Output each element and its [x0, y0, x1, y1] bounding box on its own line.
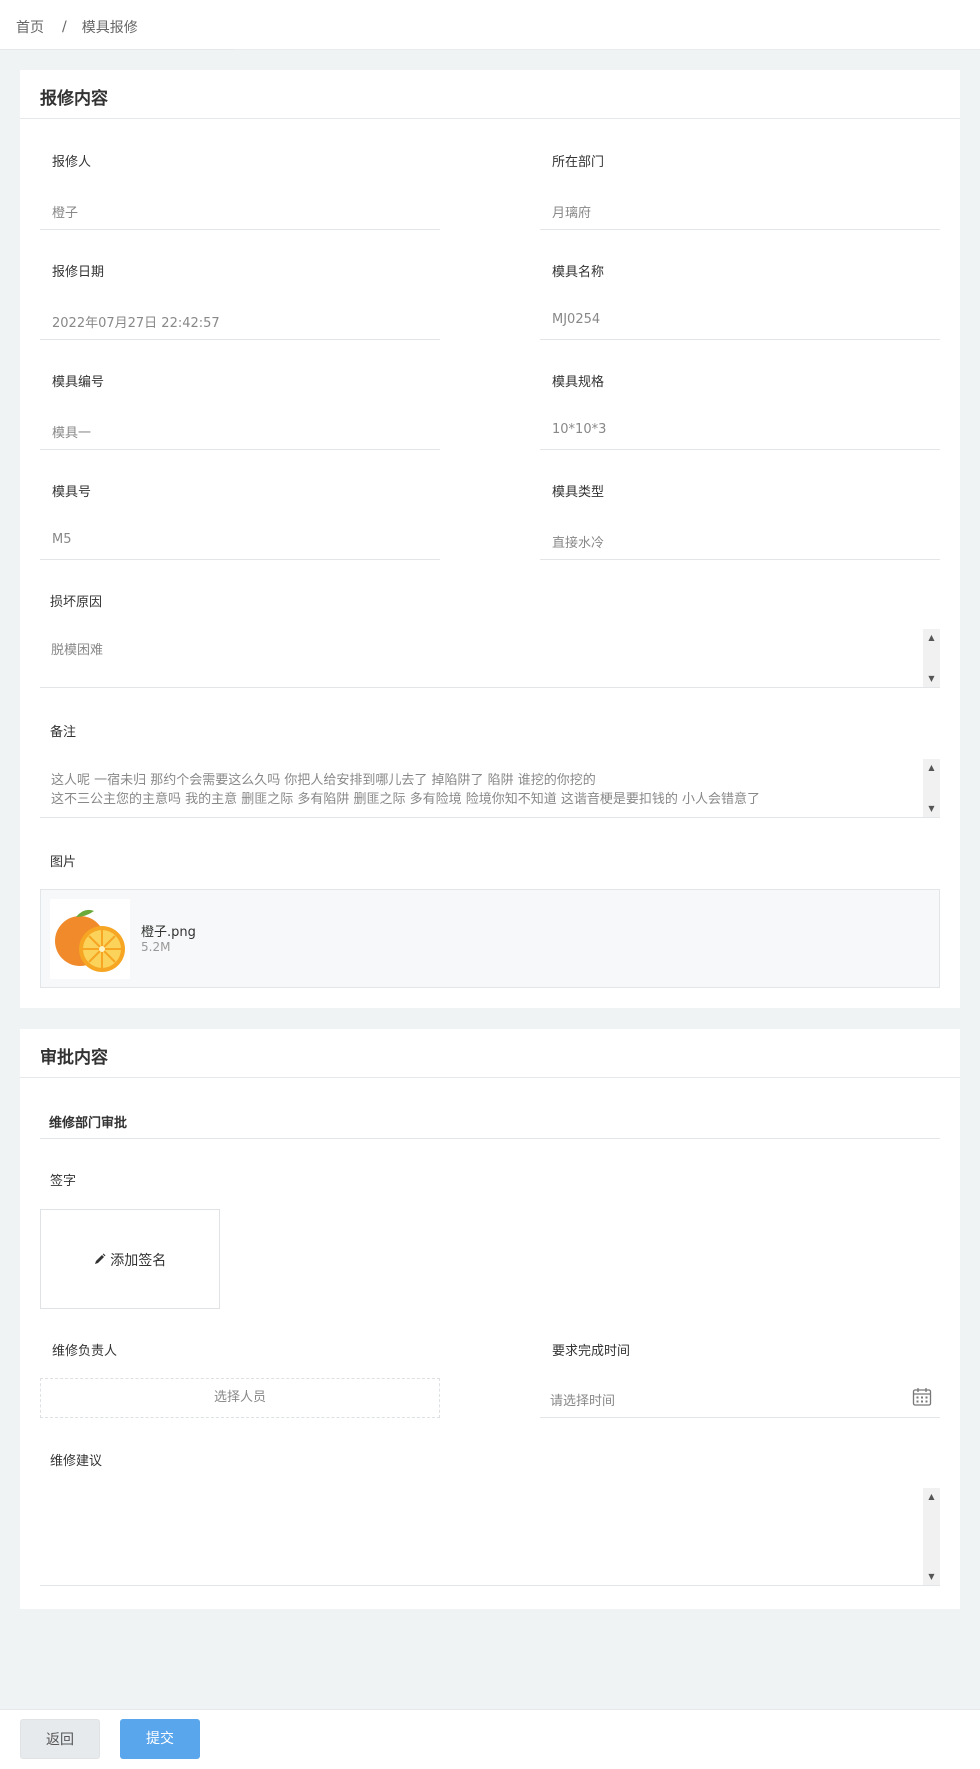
scroll-up-icon[interactable]: ▲	[923, 759, 940, 776]
damage-label: 损坏原因	[50, 595, 103, 610]
mold-name-label: 模具名称	[552, 265, 605, 280]
mold-name-value[interactable]: MJ0254	[552, 312, 600, 327]
mold-spec-label: 模具规格	[552, 375, 605, 390]
repair-dept-approval-heading: 维修部门审批	[49, 1116, 128, 1131]
breadcrumb-separator: /	[62, 19, 67, 35]
damage-scrollbar[interactable]: ▲ ▼	[923, 629, 940, 687]
file-size: 5.2M	[141, 940, 171, 954]
repair-manager-label: 维修负责人	[52, 1344, 118, 1359]
image-label: 图片	[50, 855, 77, 870]
mold-type-underline	[540, 559, 940, 560]
repair-advice-label: 维修建议	[50, 1454, 103, 1469]
pencil-icon	[94, 1253, 106, 1269]
department-underline	[540, 229, 940, 230]
breadcrumb-current: 模具报修	[81, 20, 138, 36]
add-signature-label: 添加签名	[110, 1253, 167, 1269]
mold-code-underline	[40, 449, 440, 450]
mold-type-value[interactable]: 直接水冷	[552, 532, 604, 551]
remark-line-1: 这人呢 一宿未归 那约个会需要这么久吗 你把人给安排到哪儿去了 掉陷阱了 陷阱 …	[51, 773, 596, 788]
approval-content-card: 审批内容 维修部门审批 签字 添加签名 维修负责人 选择人员 要求完成时间 请选…	[20, 1029, 960, 1609]
department-label: 所在部门	[552, 155, 605, 170]
date-value[interactable]: 2022年07月27日 22:42:57	[52, 312, 220, 331]
repair-content-card: 报修内容 报修人 橙子 所在部门 月璃府 报修日期 2022年07月27日 22…	[20, 70, 960, 1008]
mold-code-label: 模具编号	[52, 375, 105, 390]
remark-textarea[interactable]: 这人呢 一宿未归 那约个会需要这么久吗 你把人给安排到哪儿去了 掉陷阱了 陷阱 …	[40, 759, 940, 818]
reporter-underline	[40, 229, 440, 230]
deadline-picker[interactable]: 请选择时间	[540, 1378, 940, 1418]
remark-label: 备注	[50, 725, 77, 740]
file-attachment[interactable]: 橙子.png 5.2M	[40, 889, 940, 988]
select-person-button[interactable]: 选择人员	[40, 1378, 440, 1418]
remark-scrollbar[interactable]: ▲ ▼	[923, 759, 940, 817]
scroll-down-icon[interactable]: ▼	[923, 670, 940, 687]
card-divider	[20, 118, 960, 119]
orange-thumbnail-icon[interactable]	[50, 899, 130, 979]
repair-content-title: 报修内容	[40, 89, 108, 109]
footer-bar: 返回 提交	[0, 1709, 980, 1769]
date-underline	[40, 339, 440, 340]
mold-no-value[interactable]: M5	[52, 532, 72, 547]
department-value[interactable]: 月璃府	[552, 202, 591, 221]
card-divider	[20, 1077, 960, 1078]
scroll-up-icon[interactable]: ▲	[923, 629, 940, 646]
back-button[interactable]: 返回	[20, 1719, 100, 1759]
breadcrumb: 首页 / 模具报修	[0, 17, 234, 50]
scroll-up-icon[interactable]: ▲	[923, 1488, 940, 1505]
top-bar: 首页 / 模具报修	[0, 0, 980, 50]
mold-spec-underline	[540, 449, 940, 450]
mold-name-underline	[540, 339, 940, 340]
calendar-icon[interactable]	[912, 1387, 932, 1407]
section-divider	[40, 1138, 940, 1139]
scroll-down-icon[interactable]: ▼	[923, 1568, 940, 1585]
damage-text: 脱模困难	[51, 643, 104, 658]
mold-code-value[interactable]: 模具一	[52, 422, 91, 441]
deadline-placeholder: 请选择时间	[550, 1394, 616, 1409]
scroll-down-icon[interactable]: ▼	[923, 800, 940, 817]
deadline-label: 要求完成时间	[552, 1344, 631, 1359]
mold-spec-value[interactable]: 10*10*3	[552, 422, 606, 437]
reporter-label: 报修人	[52, 155, 92, 170]
signature-label: 签字	[50, 1174, 77, 1189]
reporter-value[interactable]: 橙子	[52, 202, 78, 221]
approval-content-title: 审批内容	[40, 1048, 108, 1068]
submit-button[interactable]: 提交	[120, 1719, 200, 1759]
mold-no-underline	[40, 559, 440, 560]
add-signature-button[interactable]: 添加签名	[40, 1209, 220, 1309]
damage-textarea[interactable]: 脱模困难 ▲ ▼	[40, 629, 940, 688]
mold-no-label: 模具号	[52, 485, 92, 500]
advice-scrollbar[interactable]: ▲ ▼	[923, 1488, 940, 1585]
breadcrumb-home-link[interactable]: 首页	[16, 17, 44, 37]
mold-type-label: 模具类型	[552, 485, 605, 500]
breadcrumb-underline	[0, 49, 234, 50]
file-name: 橙子.png	[141, 925, 196, 940]
repair-advice-textarea[interactable]: ▲ ▼	[40, 1488, 940, 1586]
remark-line-2: 这不三公主您的主意吗 我的主意 删匪之际 多有陷阱 删匪之际 多有险境 险境你知…	[51, 792, 761, 807]
date-label: 报修日期	[52, 265, 105, 280]
